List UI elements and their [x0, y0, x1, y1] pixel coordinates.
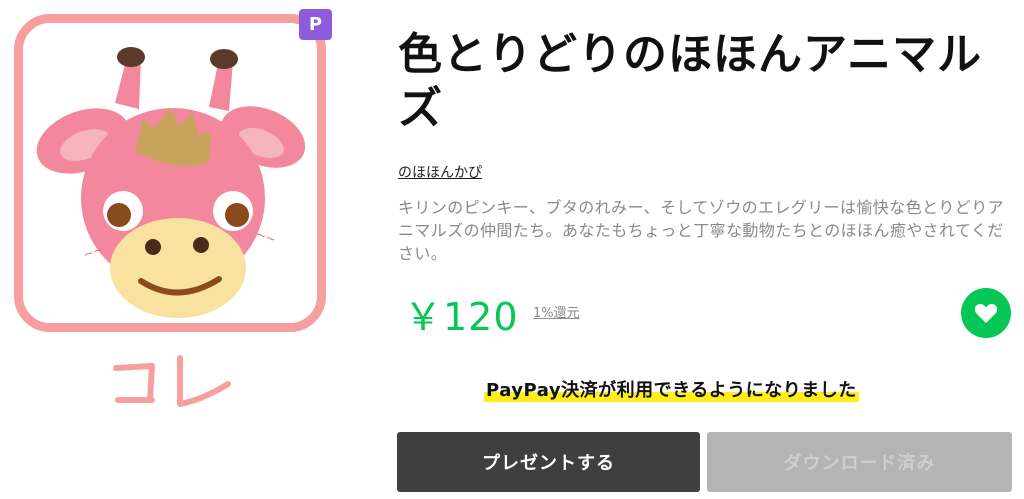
heart-icon — [974, 303, 998, 323]
handwritten-kore-label — [113, 355, 231, 407]
price-label: ￥120 — [404, 295, 519, 339]
sticker-title: 色とりどりのほほんアニマルズ — [398, 29, 983, 134]
downloaded-button[interactable]: ダウンロード済み — [707, 432, 1012, 492]
favorite-button[interactable] — [961, 288, 1011, 338]
paypay-notice: PayPay決済が利用できるようになりました — [484, 376, 859, 402]
svg-text:~~: ~~ — [254, 227, 278, 247]
reward-rate-link[interactable]: 1%還元 — [533, 302, 580, 321]
premium-badge: P — [299, 9, 332, 40]
gift-button[interactable]: プレゼントする — [397, 432, 700, 492]
author-link[interactable]: のほほんかぴ — [398, 162, 482, 182]
sticker-description: キリンのピンキー、ブタのれみー、そしてゾウのエレグリーは愉快な色とりどりアニマル… — [398, 198, 1005, 263]
giraffe-sticker-image: ~~ ~~ — [36, 47, 306, 318]
sticker-main-image[interactable]: ~~ ~~ — [14, 14, 326, 332]
